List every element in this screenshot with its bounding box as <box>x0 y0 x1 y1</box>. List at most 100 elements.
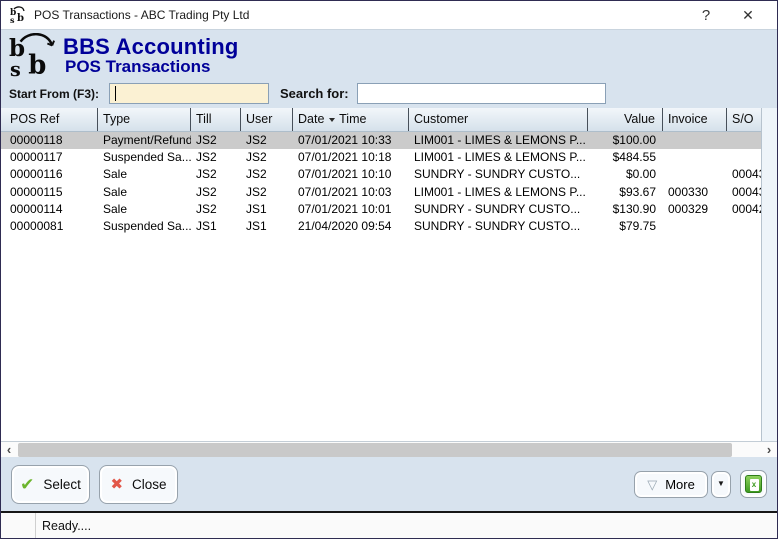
cell-invoice: 000330 <box>663 184 727 201</box>
cell-user: JS1 <box>241 218 293 235</box>
column-header-pos_ref[interactable]: POS Ref <box>1 108 98 131</box>
status-segment-left <box>1 513 36 538</box>
search-input[interactable] <box>357 83 606 104</box>
cell-so: 00042 <box>727 201 763 218</box>
table-row[interactable]: 00000115SaleJS2JS207/01/2021 10:03LIM001… <box>1 184 763 201</box>
cell-so: 00043 <box>727 184 763 201</box>
column-header-so[interactable]: S/O <box>727 108 763 131</box>
transactions-table: POS RefTypeTillUserDate TimeCustomerValu… <box>1 108 777 441</box>
scrollbar-thumb[interactable] <box>18 443 732 457</box>
table-row[interactable]: 00000114SaleJS2JS107/01/2021 10:01SUNDRY… <box>1 201 763 218</box>
help-button[interactable]: ? <box>685 1 727 30</box>
cell-invoice <box>663 218 727 235</box>
more-dropdown-button[interactable]: ▼ <box>711 471 731 498</box>
svg-text:s: s <box>10 15 15 24</box>
scroll-right-icon[interactable]: › <box>761 442 777 458</box>
table-body: 00000118Payment/RefundJS2JS207/01/2021 1… <box>1 132 763 235</box>
right-button-group: ▽ More ▼ x <box>634 470 767 498</box>
excel-export-icon: x <box>745 475 762 493</box>
text-caret <box>115 86 116 101</box>
cell-value: $130.90 <box>588 201 663 218</box>
chevron-down-icon: ▼ <box>717 480 725 488</box>
cell-date_time: 07/01/2021 10:10 <box>293 166 409 183</box>
check-icon: ✔ <box>20 476 34 493</box>
horizontal-scrollbar: ‹ › <box>1 441 777 457</box>
start-from-wrap <box>99 83 269 104</box>
select-button[interactable]: ✔ Select <box>11 465 90 504</box>
cell-invoice <box>663 132 727 149</box>
cell-till: JS2 <box>191 149 241 166</box>
cell-till: JS2 <box>191 132 241 149</box>
scrollbar-track[interactable] <box>17 442 761 458</box>
brand-text: BBS Accounting POS Transactions <box>63 36 239 76</box>
bbs-logo-icon: b s b <box>9 6 27 24</box>
cell-type: Suspended Sa... <box>98 149 191 166</box>
cell-value: $484.55 <box>588 149 663 166</box>
cell-pos_ref: 00000117 <box>1 149 98 166</box>
pos-transactions-dialog: b s b POS Transactions - ABC Trading Pty… <box>0 0 778 539</box>
filter-row: Start From (F3): Search for: <box>1 79 777 108</box>
start-from-input[interactable] <box>109 83 269 104</box>
cell-customer: SUNDRY - SUNDRY CUSTO... <box>409 201 588 218</box>
select-button-label: Select <box>43 477 81 492</box>
export-excel-button[interactable]: x <box>740 470 767 498</box>
svg-text:b: b <box>17 13 24 24</box>
cell-pos_ref: 00000116 <box>1 166 98 183</box>
cell-customer: LIM001 - LIMES & LEMONS P... <box>409 149 588 166</box>
cell-customer: LIM001 - LIMES & LEMONS P... <box>409 132 588 149</box>
action-band: ✔ Select ✖ Close ▽ More ▼ x <box>1 457 777 511</box>
cell-user: JS2 <box>241 184 293 201</box>
status-message: Ready.... <box>36 513 777 538</box>
cell-type: Payment/Refund <box>98 132 191 149</box>
cell-till: JS2 <box>191 166 241 183</box>
cell-type: Sale <box>98 184 191 201</box>
page-title: POS Transactions <box>65 58 239 75</box>
cell-date_time: 07/01/2021 10:18 <box>293 149 409 166</box>
table-row[interactable]: 00000118Payment/RefundJS2JS207/01/2021 1… <box>1 132 763 149</box>
excel-page-shape: x <box>750 479 759 491</box>
search-for-label: Search for: <box>280 86 349 101</box>
cell-value: $0.00 <box>588 166 663 183</box>
table-row[interactable]: 00000117Suspended Sa...JS2JS207/01/2021 … <box>1 149 763 166</box>
column-header-till[interactable]: Till <box>191 108 241 131</box>
table-header-row: POS RefTypeTillUserDate TimeCustomerValu… <box>1 108 763 132</box>
close-button[interactable]: ✖ Close <box>99 465 178 504</box>
cell-date_time: 07/01/2021 10:03 <box>293 184 409 201</box>
cell-invoice <box>663 149 727 166</box>
cell-pos_ref: 00000114 <box>1 201 98 218</box>
cell-pos_ref: 00000115 <box>1 184 98 201</box>
svg-text:b: b <box>28 50 46 79</box>
cell-pos_ref: 00000118 <box>1 132 98 149</box>
cell-date_time: 07/01/2021 10:33 <box>293 132 409 149</box>
scroll-left-icon[interactable]: ‹ <box>1 442 17 458</box>
cell-type: Sale <box>98 166 191 183</box>
cell-user: JS1 <box>241 201 293 218</box>
cell-date_time: 21/04/2020 09:54 <box>293 218 409 235</box>
cell-type: Sale <box>98 201 191 218</box>
triangle-down-icon: ▽ <box>647 478 657 491</box>
more-button[interactable]: ▽ More <box>634 471 708 498</box>
cell-customer: SUNDRY - SUNDRY CUSTO... <box>409 166 588 183</box>
cell-so <box>727 149 763 166</box>
cell-so <box>727 218 763 235</box>
cell-user: JS2 <box>241 166 293 183</box>
status-bar: Ready.... <box>1 511 777 538</box>
column-header-date_time[interactable]: Date Time <box>293 108 409 131</box>
column-header-type[interactable]: Type <box>98 108 191 131</box>
table-row[interactable]: 00000081Suspended Sa...JS1JS121/04/2020 … <box>1 218 763 235</box>
cell-value: $100.00 <box>588 132 663 149</box>
cell-pos_ref: 00000081 <box>1 218 98 235</box>
table-row[interactable]: 00000116SaleJS2JS207/01/2021 10:10SUNDRY… <box>1 166 763 183</box>
cell-value: $93.67 <box>588 184 663 201</box>
column-header-value[interactable]: Value <box>588 108 663 131</box>
column-header-user[interactable]: User <box>241 108 293 131</box>
vertical-scrollbar[interactable] <box>761 108 777 441</box>
column-header-invoice[interactable]: Invoice <box>663 108 727 131</box>
cross-icon: ✖ <box>110 477 123 492</box>
cell-till: JS2 <box>191 184 241 201</box>
column-header-customer[interactable]: Customer <box>409 108 588 131</box>
app-name: BBS Accounting <box>63 36 239 58</box>
close-window-icon[interactable]: ✕ <box>727 1 769 30</box>
cell-so <box>727 132 763 149</box>
cell-user: JS2 <box>241 132 293 149</box>
